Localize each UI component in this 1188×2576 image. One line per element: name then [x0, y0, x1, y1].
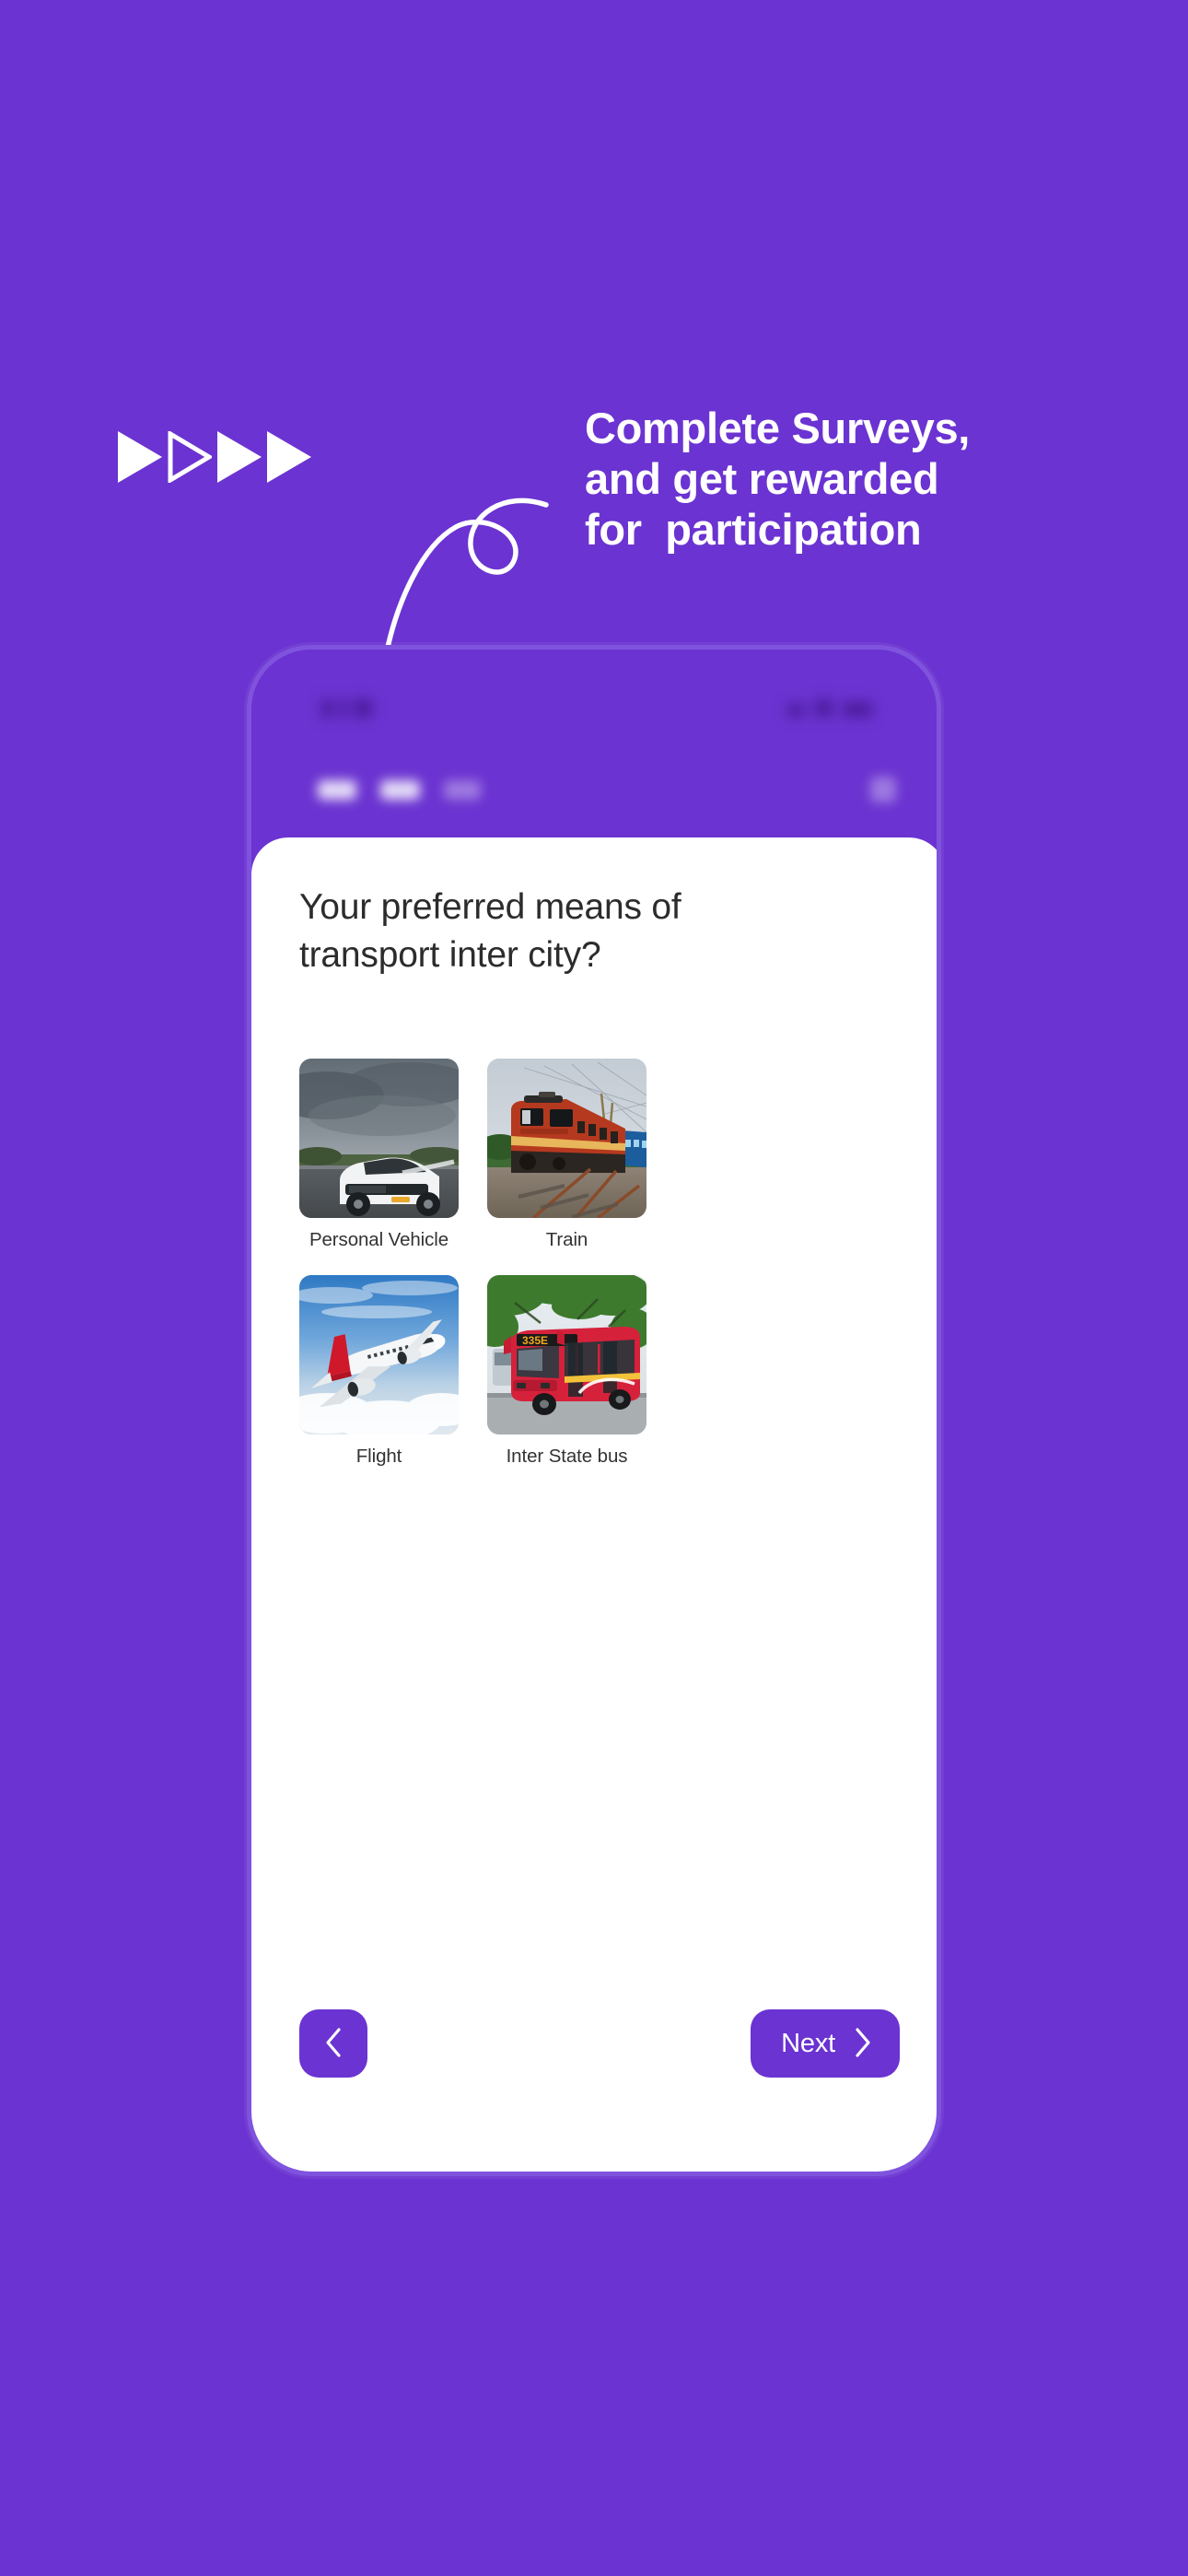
menu-icon[interactable]	[870, 777, 896, 802]
flight-image[interactable]	[299, 1275, 459, 1434]
headline-line-3: for participation	[585, 504, 922, 554]
header-tab-list[interactable]	[318, 780, 481, 800]
status-bar-time	[321, 699, 372, 718]
triangle-filled-icon	[267, 431, 311, 483]
survey-options-grid: Personal Vehicle Train Flight 335E Inter…	[299, 1059, 898, 1468]
option-label: Train	[545, 1229, 588, 1250]
triangle-filled-icon	[217, 431, 262, 483]
svg-text:335E: 335E	[522, 1334, 548, 1347]
cellular-signal-icon	[787, 704, 805, 717]
survey-question: Your preferred means of transport inter …	[299, 887, 681, 975]
survey-option-train[interactable]: Train	[487, 1059, 646, 1251]
chevron-right-icon	[854, 2027, 872, 2061]
status-bar-indicators	[787, 699, 872, 717]
option-label: Flight	[355, 1446, 402, 1467]
phone-status-bar	[251, 650, 937, 751]
survey-option-personal-vehicle[interactable]: Personal Vehicle	[299, 1059, 459, 1251]
option-label: Inter State bus	[506, 1446, 628, 1467]
inter-state-bus-image[interactable]: 335E	[487, 1275, 646, 1434]
next-button-label: Next	[781, 2028, 835, 2058]
triangle-filled-icon	[118, 431, 162, 483]
headline-line-1: Complete Surveys,	[585, 404, 971, 452]
survey-card: Your preferred means of transport inter …	[251, 837, 937, 2172]
personal-vehicle-image[interactable]	[299, 1059, 459, 1218]
option-label: Personal Vehicle	[309, 1229, 449, 1250]
app-header	[251, 751, 937, 843]
promo-headline: Complete Surveys, and get rewarded for p…	[585, 404, 1137, 556]
survey-option-inter-state-bus[interactable]: 335E Inter State bus	[487, 1275, 646, 1468]
chevron-left-icon	[324, 2027, 343, 2061]
headline-line-2: and get rewarded	[585, 453, 939, 503]
triangle-outline-icon	[168, 431, 212, 483]
next-button[interactable]: Next	[751, 2009, 900, 2078]
battery-icon	[843, 702, 872, 717]
decorative-triangle-row	[118, 431, 311, 483]
phone-mockup: Your preferred means of transport inter …	[247, 645, 941, 2176]
survey-option-flight[interactable]: Flight	[299, 1275, 459, 1468]
back-button[interactable]	[299, 2009, 367, 2078]
wifi-icon	[815, 699, 833, 717]
train-image[interactable]	[487, 1059, 646, 1218]
